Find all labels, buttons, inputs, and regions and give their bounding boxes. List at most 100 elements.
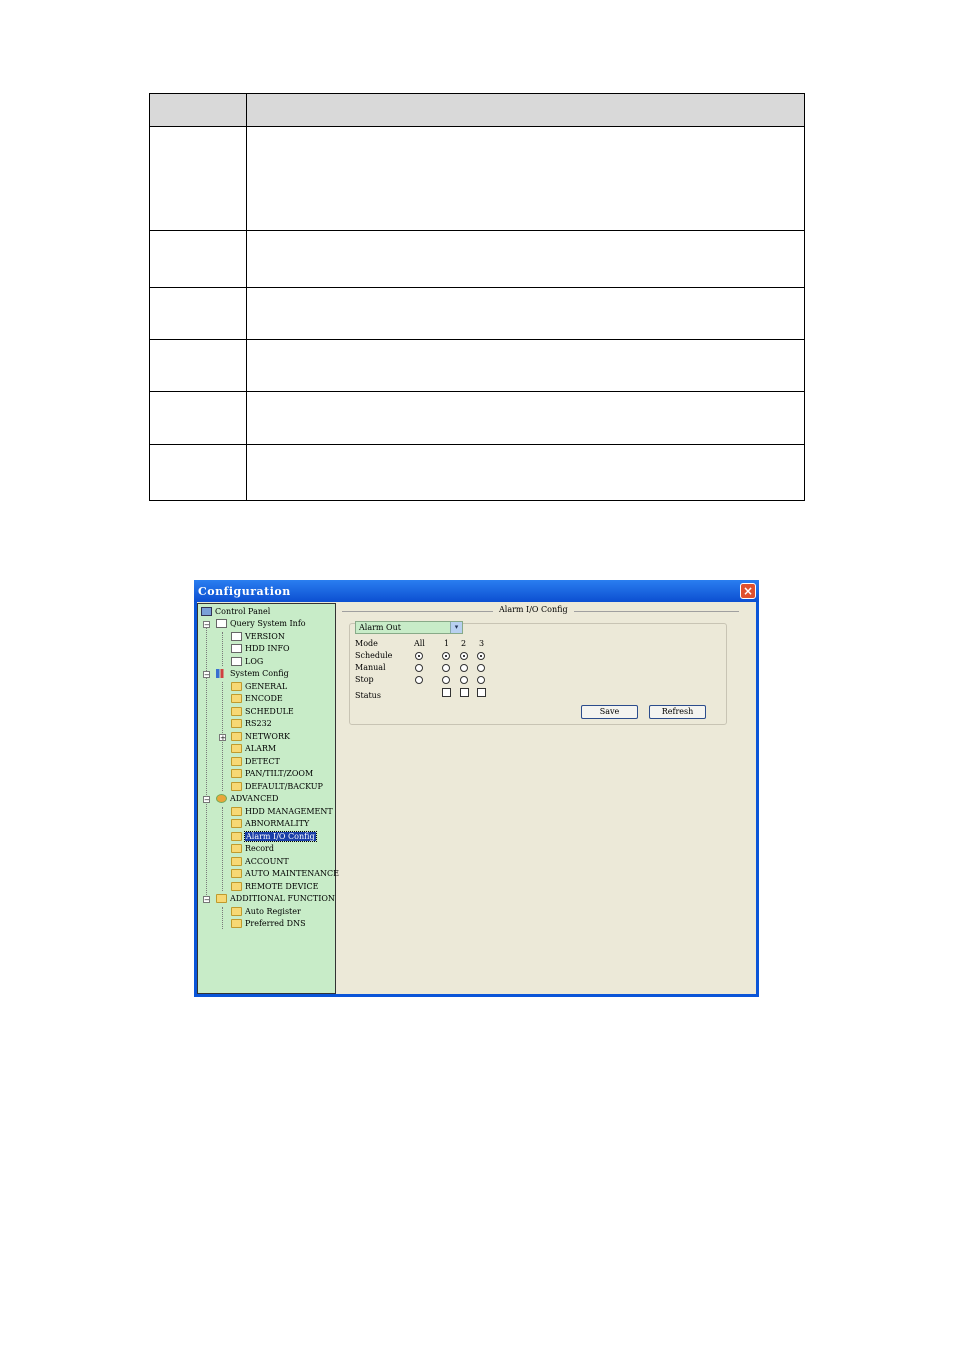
settings-bars-icon (216, 668, 227, 678)
collapse-icon[interactable]: − (203, 896, 210, 904)
folder-icon (231, 718, 242, 728)
tree-connector (222, 632, 223, 666)
tree-item-record[interactable]: Record (231, 843, 274, 855)
title-bar: Configuration × (194, 580, 759, 602)
tree-item-control-panel[interactable]: Control Panel (201, 606, 270, 618)
manual-2-radio[interactable] (460, 664, 468, 672)
tree-item-rs232[interactable]: RS232 (231, 718, 272, 730)
tree-item-alarm-io-config[interactable]: Alarm I/O Config (231, 831, 317, 843)
table-row (149, 287, 805, 340)
table-header-row (149, 93, 805, 127)
stop-3-radio[interactable] (477, 676, 485, 684)
folder-icon (231, 906, 242, 916)
folder-icon (231, 881, 242, 891)
window-title: Configuration (198, 585, 291, 598)
tree-item-hdd-info[interactable]: HDD INFO (231, 643, 290, 655)
tree-item-alarm[interactable]: ALARM (231, 743, 276, 755)
tree-item-detect[interactable]: DETECT (231, 756, 280, 768)
folder-icon (231, 806, 242, 816)
tree-item-advanced[interactable]: ADVANCED (216, 793, 278, 805)
window-client: Control Panel − Query System Info VERSIO… (197, 602, 756, 994)
folder-icon (231, 781, 242, 791)
tree-item-additional-function[interactable]: ADDITIONAL FUNCTION (216, 893, 335, 905)
stop-label: Stop (355, 675, 374, 684)
folder-icon (231, 693, 242, 703)
table-row (149, 444, 805, 501)
tree-item-account[interactable]: ACCOUNT (231, 856, 289, 868)
notepad-icon (216, 618, 227, 628)
tree-item-abnormality[interactable]: ABNORMALITY (231, 818, 309, 830)
tree-item-system-config[interactable]: System Config (216, 668, 289, 680)
chevron-down-icon[interactable]: ▾ (450, 622, 462, 633)
stop-1-radio[interactable] (442, 676, 450, 684)
folder-icon (231, 681, 242, 691)
collapse-icon[interactable]: − (203, 621, 210, 629)
computer-icon (201, 606, 212, 616)
tree-item-version[interactable]: VERSION (231, 631, 285, 643)
schedule-1-radio[interactable] (442, 652, 450, 660)
manual-1-radio[interactable] (442, 664, 450, 672)
tree-item-log[interactable]: LOG (231, 656, 263, 668)
collapse-icon[interactable]: − (203, 796, 210, 804)
config-tree: Control Panel − Query System Info VERSIO… (197, 603, 339, 994)
status-1-checkbox[interactable] (442, 688, 451, 697)
status-2-checkbox[interactable] (460, 688, 469, 697)
alarm-type-select[interactable]: Alarm Out ▾ (355, 621, 463, 634)
group-title: Alarm I/O Config (493, 605, 574, 614)
tree-item-preferred-dns[interactable]: Preferred DNS (231, 918, 306, 930)
column-all-label: All (414, 639, 425, 648)
tree-connector (222, 807, 223, 891)
table-row (149, 339, 805, 392)
tree-item-query-system-info[interactable]: Query System Info (216, 618, 306, 630)
manual-3-radio[interactable] (477, 664, 485, 672)
table-row (149, 126, 805, 231)
schedule-3-radio[interactable] (477, 652, 485, 660)
schedule-label: Schedule (355, 651, 393, 660)
column-1-label: 1 (444, 639, 450, 648)
alarm-io-config-panel: Alarm I/O Config Alarm Out ▾ Mode All 1 … (339, 602, 756, 994)
status-3-checkbox[interactable] (477, 688, 486, 697)
folder-icon (231, 918, 242, 928)
folder-icon (231, 768, 242, 778)
schedule-2-radio[interactable] (460, 652, 468, 660)
tree-item-network[interactable]: NETWORK (231, 731, 290, 743)
folder-icon (216, 893, 227, 903)
notepad-icon (231, 643, 242, 653)
parameter-table (149, 93, 805, 501)
column-3-label: 3 (479, 639, 485, 648)
tree-item-default-backup[interactable]: DEFAULT/BACKUP (231, 781, 323, 793)
folder-icon (231, 831, 242, 841)
folder-icon (231, 706, 242, 716)
collapse-icon[interactable]: − (203, 671, 210, 679)
status-label: Status (355, 691, 381, 700)
stop-all-radio[interactable] (415, 676, 423, 684)
manual-label: Manual (355, 663, 386, 672)
refresh-button[interactable]: Refresh (649, 705, 706, 719)
folder-icon (231, 868, 242, 878)
tree-item-auto-register[interactable]: Auto Register (231, 906, 301, 918)
stop-2-radio[interactable] (460, 676, 468, 684)
tree-item-schedule[interactable]: SCHEDULE (231, 706, 294, 718)
tree-connector (222, 907, 223, 929)
tree-item-general[interactable]: GENERAL (231, 681, 287, 693)
tree-item-pan-tilt-zoom[interactable]: PAN/TILT/ZOOM (231, 768, 313, 780)
tree-item-auto-maintenance[interactable]: AUTO MAINTENANCE (231, 868, 339, 880)
save-button[interactable]: Save (581, 705, 638, 719)
folder-icon (231, 743, 242, 753)
tree-item-hdd-management[interactable]: HDD MANAGEMENT (231, 806, 333, 818)
folder-icon (231, 843, 242, 853)
schedule-all-radio[interactable] (415, 652, 423, 660)
folder-icon (231, 731, 242, 741)
configuration-window: Configuration × Control Panel − Query Sy… (194, 580, 759, 997)
column-2-label: 2 (461, 639, 467, 648)
gears-icon (216, 793, 227, 803)
expand-icon[interactable]: + (219, 734, 226, 742)
close-icon[interactable]: × (740, 583, 756, 599)
mode-label: Mode (355, 639, 378, 648)
select-value: Alarm Out (359, 623, 401, 632)
manual-all-radio[interactable] (415, 664, 423, 672)
notepad-icon (231, 631, 242, 641)
table-row (149, 391, 805, 445)
tree-item-remote-device[interactable]: REMOTE DEVICE (231, 881, 318, 893)
tree-item-encode[interactable]: ENCODE (231, 693, 283, 705)
